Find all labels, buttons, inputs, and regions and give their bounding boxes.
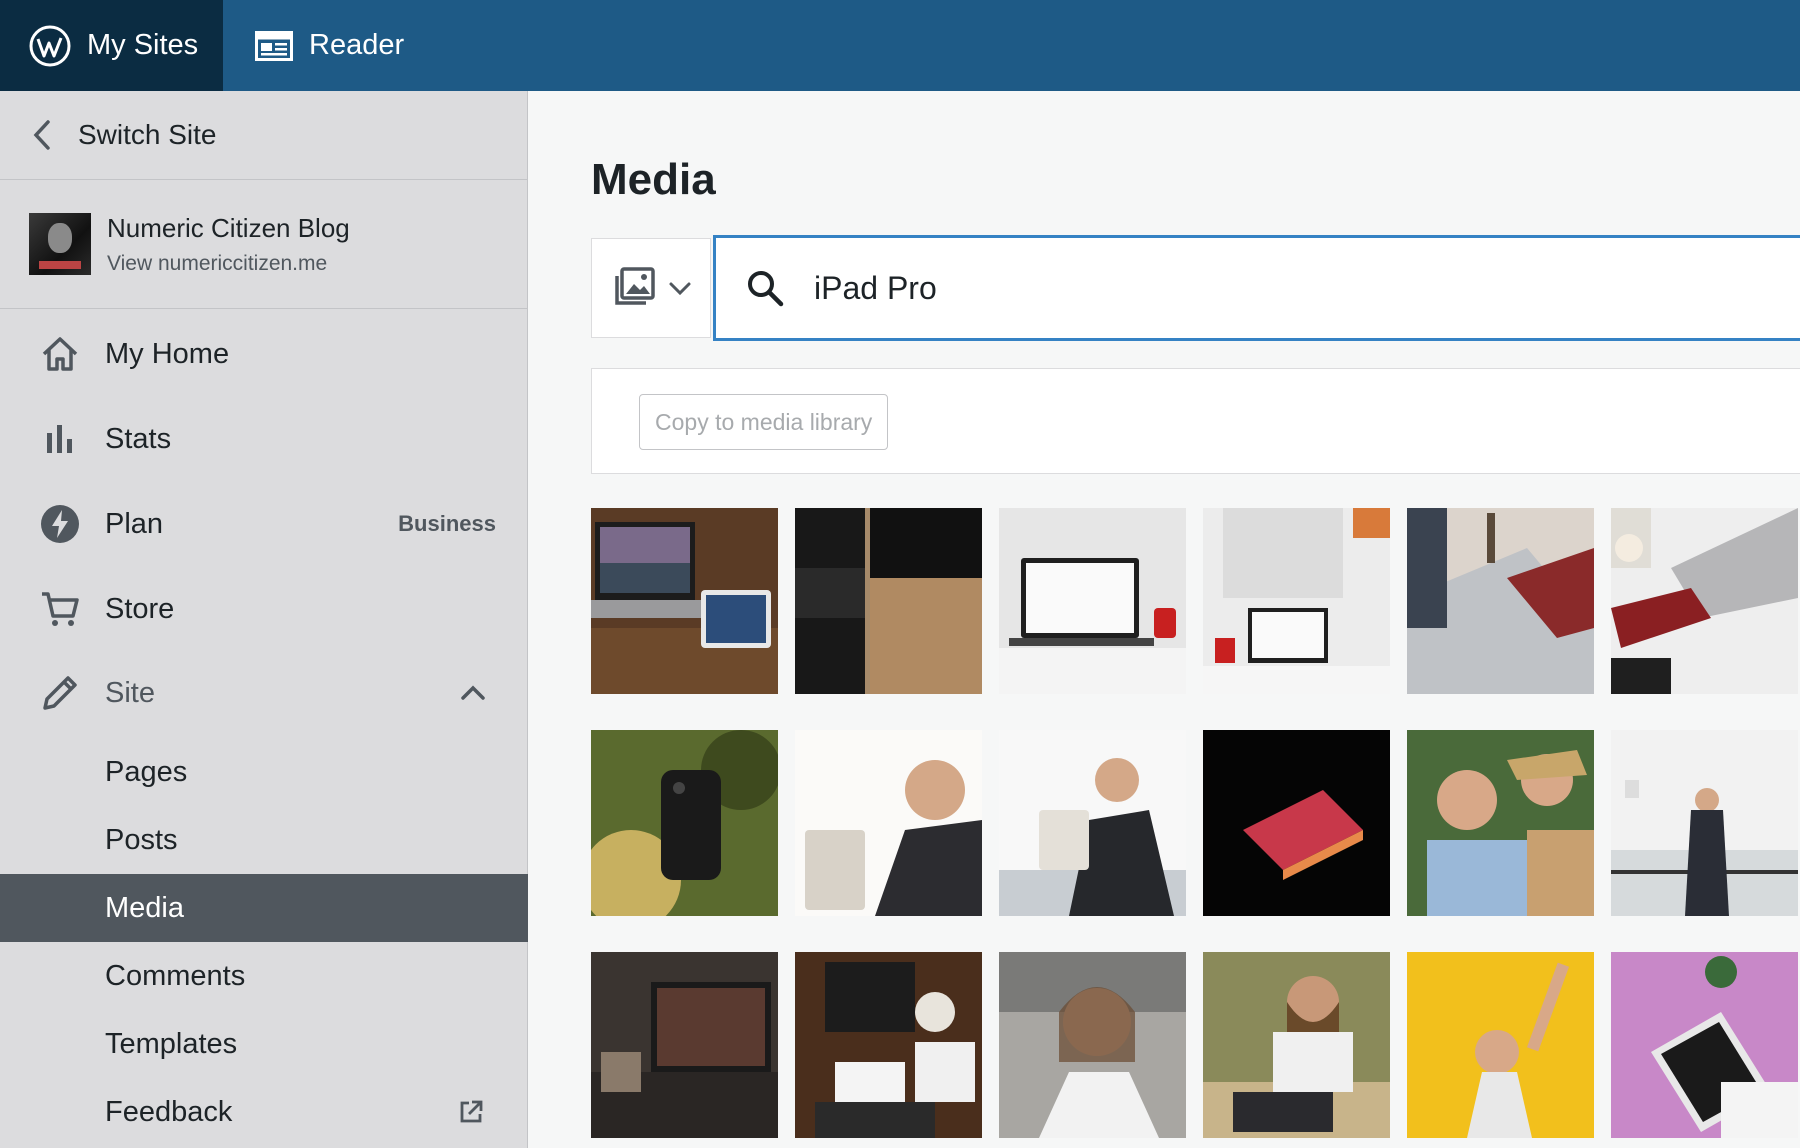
- media-thumbnail[interactable]: [795, 508, 982, 694]
- copy-to-media-library-button[interactable]: Copy to media library: [639, 394, 889, 450]
- sidebar-item-my-home[interactable]: My Home: [0, 311, 528, 397]
- media-thumbnail[interactable]: [1407, 730, 1594, 916]
- media-thumbnail[interactable]: [591, 952, 778, 1138]
- sidebar-item-feedback[interactable]: Feedback: [0, 1078, 528, 1146]
- media-thumbnail[interactable]: [795, 730, 982, 916]
- sidebar-item-pages[interactable]: Pages: [0, 738, 528, 806]
- plan-icon: [39, 503, 81, 545]
- masterbar: My Sites Reader: [0, 0, 1800, 91]
- sidebar-item-store[interactable]: Store: [0, 566, 528, 652]
- media-thumbnail[interactable]: [591, 730, 778, 916]
- sidebar-item-label: Media: [105, 891, 184, 924]
- media-thumbnail[interactable]: [999, 952, 1186, 1138]
- image-filter-icon: [614, 266, 656, 311]
- site-title: Numeric Citizen Blog: [107, 212, 350, 243]
- sidebar-item-label: My Home: [105, 337, 230, 370]
- cart-icon: [39, 588, 81, 630]
- sidebar-item-label: Plan: [105, 507, 164, 540]
- media-thumbnail[interactable]: [1203, 730, 1390, 916]
- my-sites-button[interactable]: My Sites: [0, 0, 223, 91]
- wordpress-logo-icon: [29, 25, 71, 67]
- plan-badge: Business: [398, 511, 496, 536]
- site-card[interactable]: Numeric Citizen Blog View numericcitizen…: [0, 180, 527, 309]
- switch-site-label: Switch Site: [78, 119, 217, 150]
- sidebar-item-label: Templates: [105, 1027, 238, 1060]
- media-thumbnail[interactable]: [795, 952, 982, 1138]
- media-thumbnail[interactable]: [1407, 508, 1594, 694]
- sidebar-item-plan[interactable]: Plan Business: [0, 481, 528, 567]
- media-thumbnail[interactable]: [999, 730, 1186, 916]
- page-title: Media: [591, 155, 716, 204]
- media-thumbnail[interactable]: [1407, 952, 1594, 1138]
- sidebar-item-label: Feedback: [105, 1095, 233, 1128]
- my-sites-label: My Sites: [87, 29, 199, 61]
- media-thumbnail[interactable]: [1203, 508, 1390, 694]
- sidebar-item-media[interactable]: Media: [0, 874, 528, 942]
- sidebar-item-label: Comments: [105, 959, 246, 992]
- sidebar-item-label: Pages: [105, 755, 188, 788]
- reader-label: Reader: [309, 29, 405, 61]
- search-input[interactable]: [814, 269, 1714, 307]
- sidebar-item-label: Site: [105, 676, 155, 709]
- media-thumbnail[interactable]: [999, 508, 1186, 694]
- media-thumbnail[interactable]: [1611, 952, 1798, 1138]
- sidebar-item-label: Stats: [105, 422, 172, 455]
- sidebar-item-label: Store: [105, 592, 175, 625]
- sidebar-item-comments[interactable]: Comments: [0, 942, 528, 1010]
- sidebar-item-stats[interactable]: Stats: [0, 396, 528, 482]
- sidebar-item-site[interactable]: Site: [0, 650, 528, 736]
- external-link-icon: [458, 1099, 484, 1125]
- site-url-link[interactable]: View numericcitizen.me: [107, 252, 350, 276]
- sidebar-item-templates[interactable]: Templates: [0, 1010, 528, 1078]
- sidebar-item-posts[interactable]: Posts: [0, 806, 528, 874]
- home-icon: [39, 333, 81, 375]
- search-icon: [746, 269, 784, 307]
- switch-site-button[interactable]: Switch Site: [0, 91, 527, 180]
- search-field[interactable]: [713, 235, 1800, 341]
- media-thumbnail[interactable]: [1611, 508, 1798, 694]
- chevron-up-icon[interactable]: [460, 685, 486, 701]
- sidebar-item-label: Posts: [105, 823, 178, 856]
- chevron-left-icon: [32, 119, 52, 151]
- main-content: Media Copy to media library: [529, 91, 1800, 1148]
- stats-icon: [39, 418, 81, 460]
- media-thumbnail[interactable]: [1611, 730, 1798, 916]
- reader-icon: [255, 30, 293, 61]
- media-thumbnail[interactable]: [1203, 952, 1390, 1138]
- pencil-icon: [39, 672, 81, 714]
- media-thumbnail[interactable]: [591, 508, 778, 694]
- reader-button[interactable]: Reader: [223, 0, 404, 91]
- chevron-down-icon: [668, 280, 692, 296]
- site-avatar: [29, 213, 91, 275]
- sidebar: Switch Site Numeric Citizen Blog View nu…: [0, 91, 528, 1148]
- media-filter-dropdown[interactable]: [591, 238, 711, 338]
- media-action-bar: Copy to media library: [591, 368, 1800, 474]
